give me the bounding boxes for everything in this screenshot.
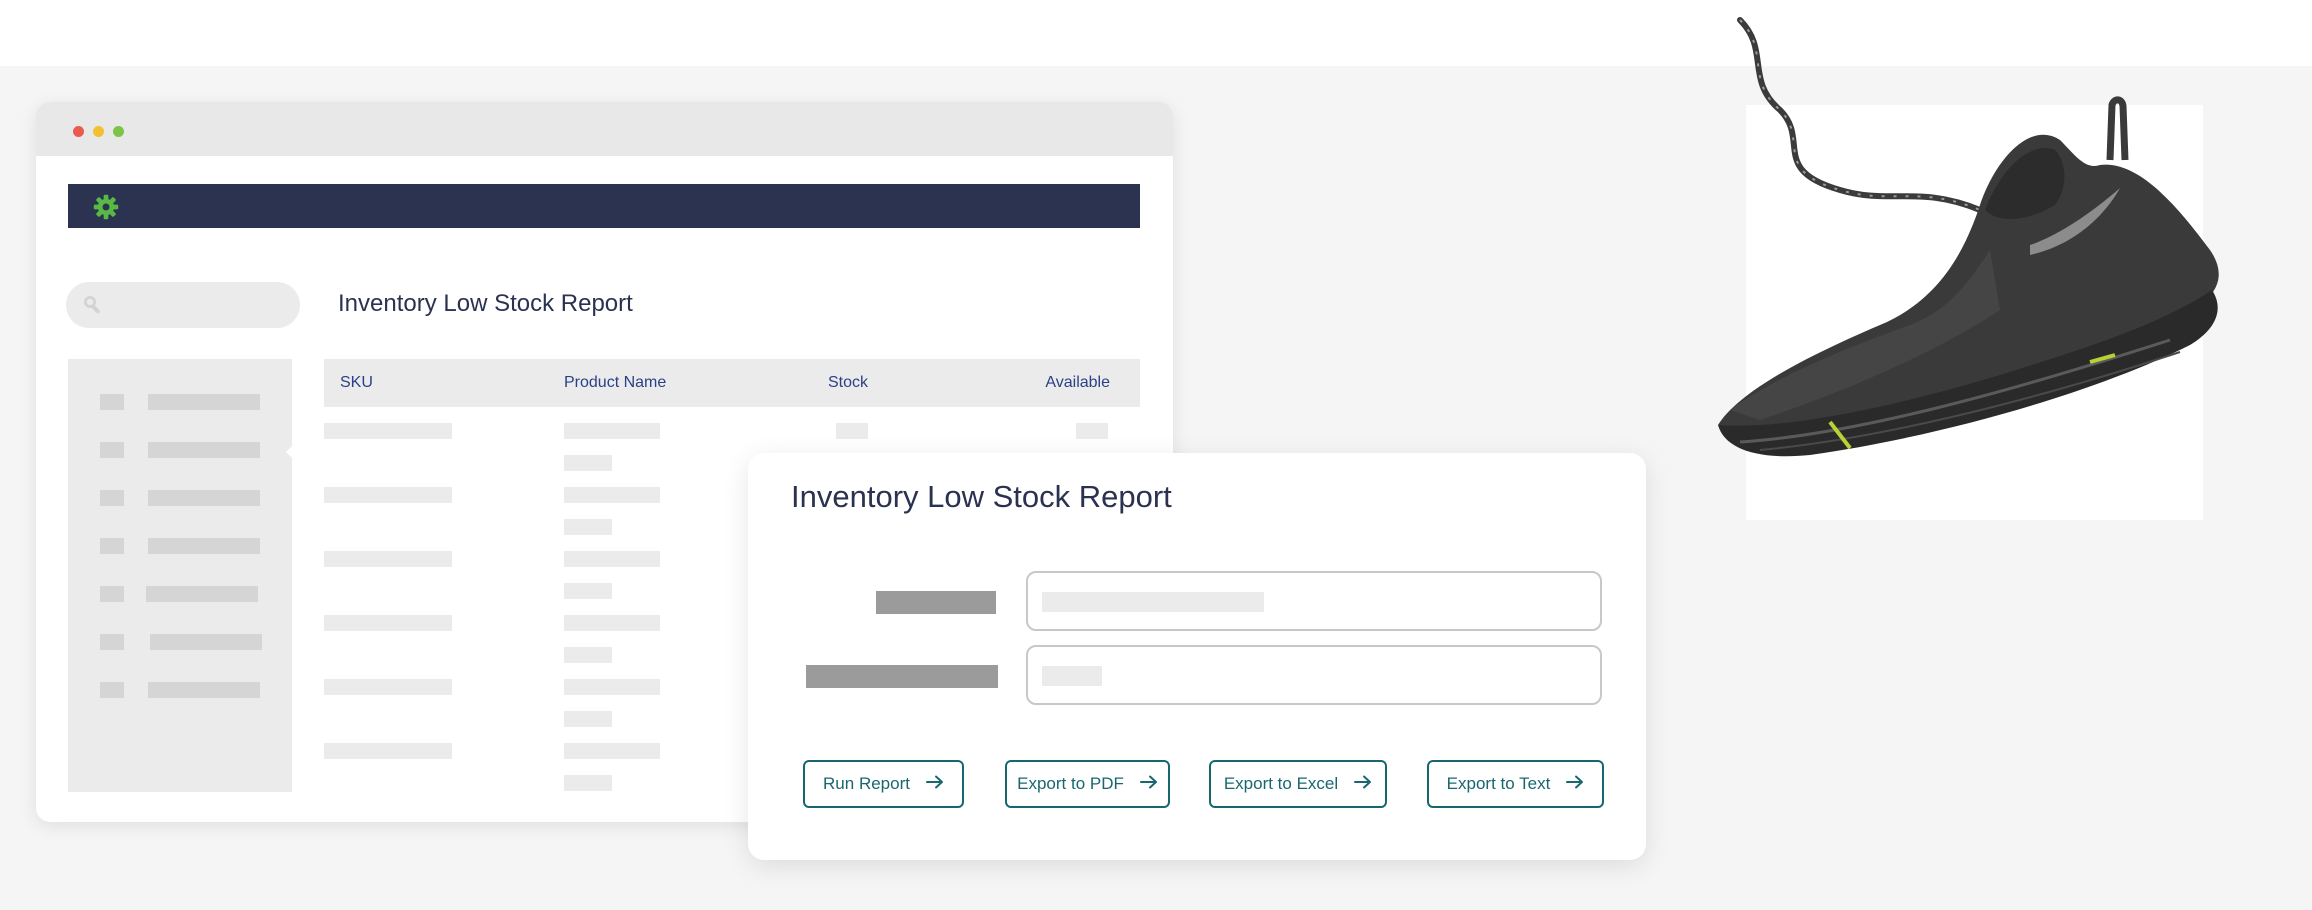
button-label: Export to Excel — [1223, 774, 1339, 793]
export-text-button[interactable]: Export to Text — [1427, 760, 1604, 808]
sidebar — [68, 359, 295, 792]
app-navbar — [68, 184, 1140, 228]
page-title: Inventory Low Stock Report — [338, 290, 633, 317]
column-header-available[interactable]: Available — [1045, 374, 1110, 392]
export-pdf-button[interactable]: Export to PDF — [1005, 760, 1170, 808]
arrow-right-icon — [925, 774, 944, 794]
sidebar-item[interactable] — [100, 682, 260, 698]
sidebar-item[interactable] — [100, 442, 260, 458]
field-label — [806, 665, 998, 688]
arrow-right-icon — [1566, 774, 1584, 794]
search-input[interactable] — [66, 282, 300, 328]
report-dialog: Inventory Low Stock Report Run Report Ex… — [748, 453, 1646, 860]
sidebar-item[interactable] — [100, 490, 260, 506]
button-label: Export to Text — [1446, 774, 1551, 793]
window-titlebar — [36, 102, 1173, 156]
sidebar-item[interactable] — [100, 394, 260, 410]
report-parameter-field[interactable] — [1026, 645, 1602, 705]
column-header-product-name[interactable]: Product Name — [564, 374, 666, 392]
arrow-right-icon — [1354, 774, 1372, 794]
column-header-stock[interactable]: Stock — [828, 374, 868, 392]
table-header: SKU Product Name Stock Available — [324, 359, 1140, 407]
field-label — [876, 591, 996, 614]
button-label: Run Report — [823, 774, 910, 793]
export-excel-button[interactable]: Export to Excel — [1209, 760, 1387, 808]
run-report-button[interactable]: Run Report — [803, 760, 964, 808]
gear-icon[interactable] — [92, 193, 120, 226]
column-header-sku[interactable]: SKU — [340, 374, 373, 392]
window-minimize-dot[interactable] — [93, 126, 104, 137]
arrow-right-icon — [1139, 774, 1158, 794]
window-close-dot[interactable] — [73, 126, 84, 137]
dialog-title: Inventory Low Stock Report — [791, 479, 1172, 514]
sidebar-item[interactable] — [100, 586, 260, 602]
window-maximize-dot[interactable] — [113, 126, 124, 137]
sidebar-caret — [286, 443, 295, 461]
button-label: Export to PDF — [1017, 774, 1124, 793]
report-parameter-field[interactable] — [1026, 571, 1602, 631]
running-shoe-image — [1700, 10, 2240, 465]
sidebar-item[interactable] — [100, 634, 262, 650]
sidebar-item[interactable] — [100, 538, 260, 554]
